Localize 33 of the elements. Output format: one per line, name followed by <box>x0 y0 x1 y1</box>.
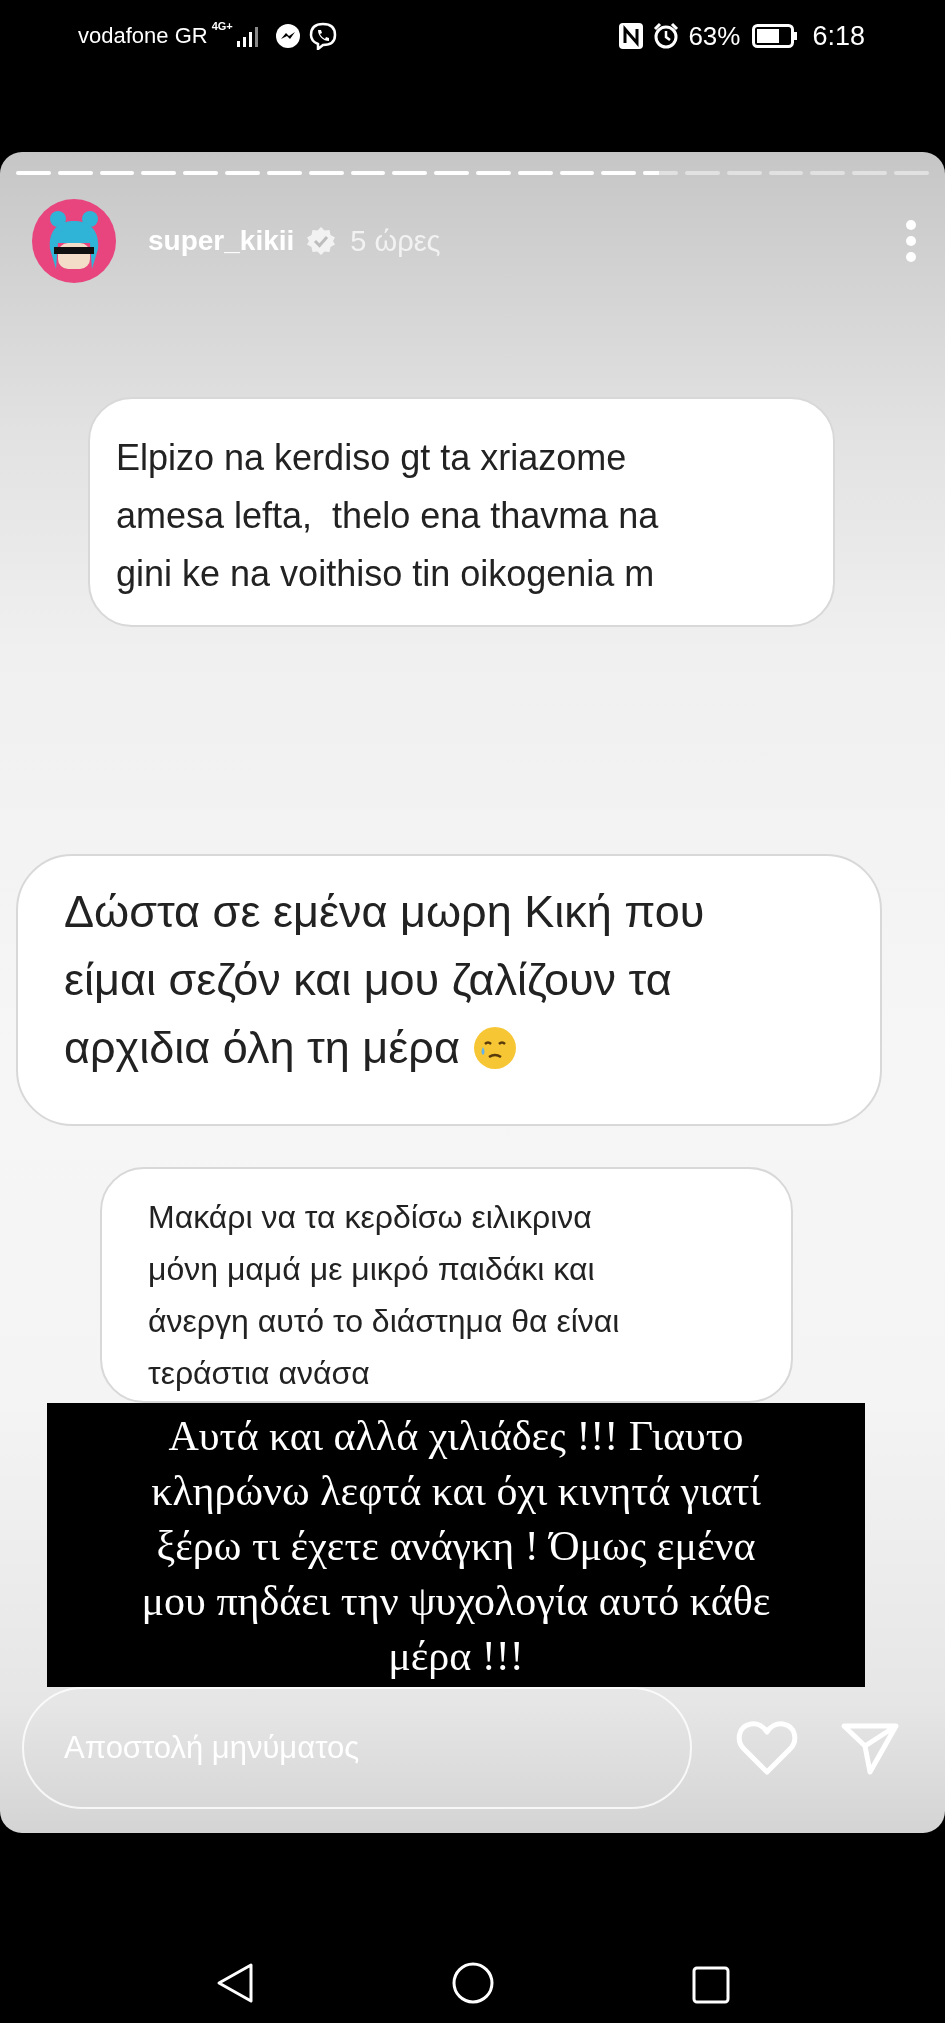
avatar[interactable] <box>32 199 116 283</box>
caption-text: Αυτά και αλλά χιλιάδες !!! Γιαυτο κληρώνω λεφτά και όχι κινητά γιατί ξέρω τι έχετε ανάγκη ! Όμως εμένα μου πηδάει την ψυχολογία αυτό κάθε μέρα !!! <box>47 1403 865 1687</box>
battery-percent: 63% <box>688 20 741 52</box>
progress-segment <box>643 171 678 175</box>
nfc-icon <box>618 22 645 50</box>
clock-time: 6:18 <box>812 20 865 52</box>
phone-bubble-icon <box>308 22 337 50</box>
progress-segment <box>601 171 637 175</box>
home-icon[interactable] <box>450 1961 495 2005</box>
message-text: Μακάρι να τα κερδίσω ειλικρινα μόνη μαμά με μικρό παιδάκι και άνεργη αυτό το διάστημα θα είναι τεράστια ανάσα <box>148 1199 620 1391</box>
progress-segment <box>350 171 386 175</box>
carrier-name: vodafone GR <box>78 23 208 49</box>
network-type: 4G+ <box>211 20 233 32</box>
message-text: Elpizo na kerdiso gt ta xriazome amesa lefta, thelo ena thavma na gini ke na voithiso tin oikogenia m <box>116 437 659 594</box>
signal-icon <box>236 25 261 47</box>
progress-segment <box>16 171 51 175</box>
progress-segment <box>475 171 511 175</box>
progress-segment <box>266 171 302 175</box>
recents-icon[interactable] <box>690 1965 731 2005</box>
progress-segment <box>517 171 553 175</box>
battery-icon <box>752 24 799 48</box>
alarm-icon <box>652 22 681 50</box>
progress-segment <box>392 171 428 175</box>
progress-segment <box>99 171 135 175</box>
progress-segment <box>559 171 595 175</box>
progress-segment <box>141 171 177 175</box>
progress-segment <box>183 171 219 175</box>
messenger-icon <box>274 23 301 49</box>
message-text: Δώστα σε εμένα μωρη Κική που είμαι σεζόν και μου ζαλίζουν τα αρχιδια όλη τη μέρα <box>64 886 705 1073</box>
progress-segment <box>308 171 344 175</box>
progress-segment <box>57 171 93 175</box>
progress-segment <box>225 171 260 175</box>
progress-segment <box>434 171 469 175</box>
